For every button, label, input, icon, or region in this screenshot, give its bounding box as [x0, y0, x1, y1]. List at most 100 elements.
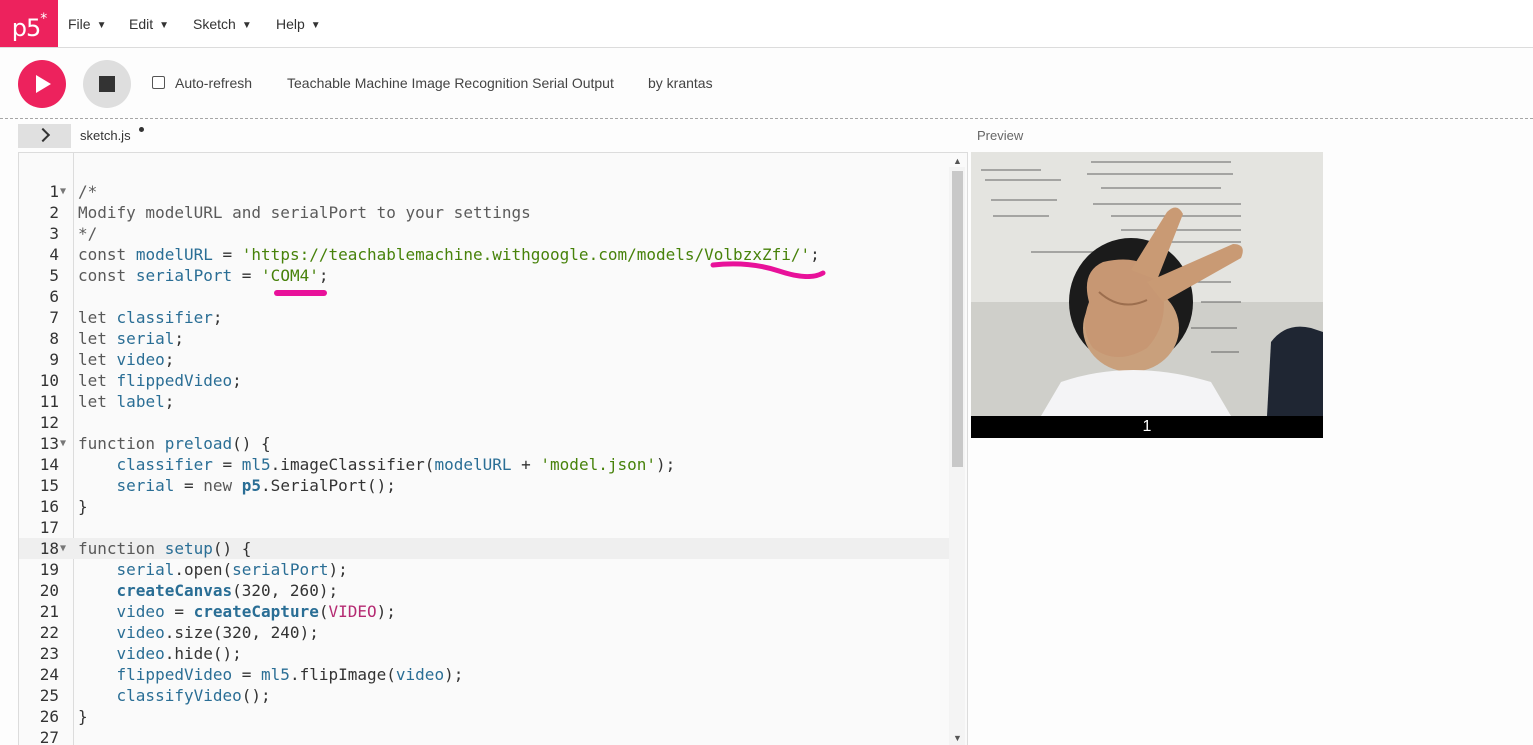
code-line[interactable]: 3 */: [19, 223, 949, 244]
menu-sketch[interactable]: Sketch ▼: [193, 0, 252, 47]
identifier-token: serialPort: [232, 560, 329, 579]
line-text: /*: [78, 182, 98, 201]
identifier-token: classifier: [116, 455, 213, 474]
menu-file-label: File: [68, 16, 91, 32]
auto-refresh-checkbox[interactable]: [152, 76, 165, 89]
identifier-token: flippedVideo: [116, 665, 233, 684]
line-number: 14: [39, 455, 59, 474]
line-text: serial = new p5.SerialPort();: [116, 476, 396, 495]
caret-down-icon: ▼: [241, 20, 252, 31]
code-line[interactable]: 2 Modify modelURL and serialPort to your …: [19, 202, 949, 223]
annotation-underline-model-id: [710, 261, 826, 279]
code-line[interactable]: 8 let serial;: [19, 328, 949, 349]
line-number: 11: [39, 392, 59, 411]
code-line[interactable]: 7 let classifier;: [19, 307, 949, 328]
line-text: Modify modelURL and serialPort to your s…: [78, 203, 531, 222]
caret-down-icon: ▼: [96, 20, 107, 31]
line-number: 16: [39, 497, 59, 516]
scroll-up-icon[interactable]: ▲: [953, 156, 962, 166]
logo-text: p5: [11, 14, 41, 42]
line-number: 27: [39, 728, 59, 745]
code-line[interactable]: 27: [19, 727, 949, 745]
preview-canvas[interactable]: 1: [971, 152, 1323, 438]
preview-heading: Preview: [977, 128, 1024, 143]
code-line[interactable]: 6: [19, 286, 949, 307]
play-button[interactable]: [18, 60, 66, 108]
identifier-token: setup: [164, 539, 213, 558]
code-line[interactable]: 9 let video;: [19, 349, 949, 370]
line-number: 17: [39, 518, 59, 537]
code-line[interactable]: 26}: [19, 706, 949, 727]
scroll-down-icon[interactable]: ▼: [953, 733, 962, 743]
menu-help[interactable]: Help ▼: [276, 0, 321, 47]
code-line[interactable]: 14 classifier = ml5.imageClassifier(mode…: [19, 454, 949, 475]
line-number: 4: [49, 245, 59, 264]
play-icon: [36, 75, 51, 93]
annotation-stroke: [710, 261, 826, 279]
sidebar-toggle-button[interactable]: [18, 124, 71, 148]
code-line[interactable]: 21 video = createCapture(VIDEO);: [19, 601, 949, 622]
constant-token: VIDEO: [328, 602, 377, 621]
menu-edit[interactable]: Edit ▼: [129, 0, 169, 47]
auto-refresh-label[interactable]: Auto-refresh: [175, 75, 252, 91]
code-line[interactable]: 24 flippedVideo = ml5.flipImage(video);: [19, 664, 949, 685]
identifier-token: ml5: [241, 455, 271, 474]
backpack: [1267, 326, 1323, 416]
code-line-active[interactable]: 18 ▼ function setup() {: [19, 538, 949, 559]
identifier-token: serial: [116, 560, 175, 579]
code-line[interactable]: 10 let flippedVideo;: [19, 370, 949, 391]
identifier-token: flippedVideo: [116, 371, 233, 390]
code-editor[interactable]: 1 ▼/* 2 Modify modelURL and serialPort to …: [18, 152, 968, 745]
code-line[interactable]: 12: [19, 412, 949, 433]
code-line[interactable]: 15 serial = new p5.SerialPort();: [19, 475, 949, 496]
caret-down-icon: ▼: [159, 20, 170, 31]
line-text: */: [78, 224, 98, 243]
identifier-token: modelURL: [434, 455, 512, 474]
code-line[interactable]: 23 video.hide();: [19, 643, 949, 664]
keyword-token: const: [78, 245, 127, 264]
top-menu-bar: p5* File ▼ Edit ▼ Sketch ▼ Help ▼: [0, 0, 1533, 48]
code-line[interactable]: 16}: [19, 496, 949, 517]
fold-arrow-icon[interactable]: ▼: [60, 538, 66, 559]
line-number: 26: [39, 707, 59, 726]
identifier-token: preload: [164, 434, 233, 453]
editor-scrollbar-thumb[interactable]: [952, 171, 963, 467]
sketch-title[interactable]: Teachable Machine Image Recognition Seri…: [287, 75, 614, 91]
code-line[interactable]: 1 ▼ /*: [19, 181, 949, 202]
line-text: serial.open(serialPort);: [116, 560, 348, 579]
menu-edit-label: Edit: [129, 16, 154, 32]
identifier-token: serialPort: [135, 266, 233, 285]
identifier-token: video: [395, 665, 445, 684]
line-number: 6: [49, 287, 59, 306]
code-line[interactable]: 19 serial.open(serialPort);: [19, 559, 949, 580]
identifier-token: classifyVideo: [116, 686, 242, 705]
line-number: 12: [39, 413, 59, 432]
sketch-author[interactable]: by krantas: [648, 75, 713, 91]
line-text: classifyVideo();: [116, 686, 271, 705]
p5-logo[interactable]: p5*: [0, 0, 58, 47]
identifier-token: serial: [116, 476, 175, 495]
file-tab-sketch-js[interactable]: sketch.js: [80, 128, 131, 143]
keyword-token: let: [78, 371, 107, 390]
keyword-token: let: [78, 308, 107, 327]
line-text: }: [78, 707, 88, 726]
code-line[interactable]: 13 ▼ function preload() {: [19, 433, 949, 454]
identifier-token: video: [116, 350, 165, 369]
stop-button[interactable]: [83, 60, 131, 108]
keyword-token: let: [78, 392, 107, 411]
code-line[interactable]: 25 classifyVideo();: [19, 685, 949, 706]
identifier-token: label: [116, 392, 165, 411]
logo-asterisk: *: [40, 11, 47, 27]
fold-arrow-icon[interactable]: ▼: [60, 181, 66, 202]
code-line[interactable]: 17: [19, 517, 949, 538]
fold-arrow-icon[interactable]: ▼: [60, 433, 66, 454]
line-text: let flippedVideo;: [78, 371, 242, 390]
menu-file[interactable]: File ▼: [68, 0, 106, 47]
code-line[interactable]: 22 video.size(320, 240);: [19, 622, 949, 643]
keyword-token: const: [78, 266, 127, 285]
code-line[interactable]: 11 let label;: [19, 391, 949, 412]
menu-help-label: Help: [276, 16, 305, 32]
stop-icon: [99, 76, 115, 92]
line-number: 8: [49, 329, 59, 348]
code-line[interactable]: 20 createCanvas(320, 260);: [19, 580, 949, 601]
